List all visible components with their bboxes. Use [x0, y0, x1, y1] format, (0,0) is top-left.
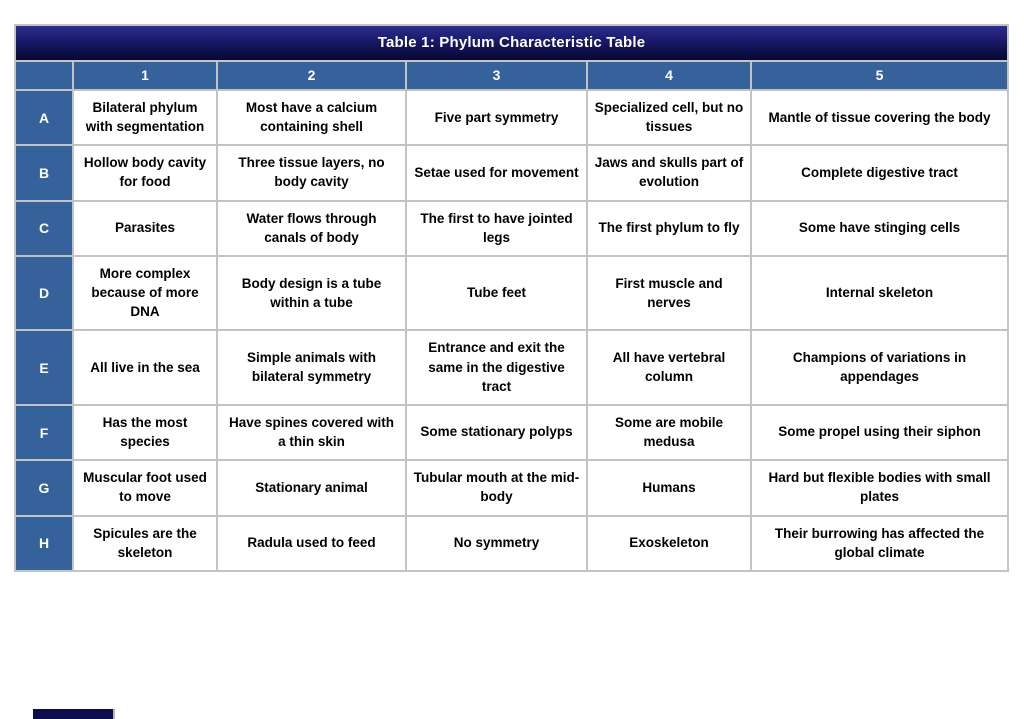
row-header-a: A — [16, 91, 72, 145]
cell-b4: Jaws and skulls part of evolution — [588, 146, 750, 200]
phylum-characteristic-table: Table 1: Phylum Characteristic Table 1 2… — [14, 24, 1010, 572]
cell-c5: Some have stinging cells — [752, 201, 1008, 255]
cell-g5: Hard but flexible bodies with small plat… — [752, 461, 1008, 515]
table-title-row: Table 1: Phylum Characteristic Table — [16, 26, 1008, 60]
cell-b5: Complete digestive tract — [752, 146, 1008, 200]
cell-e1: All live in the sea — [74, 331, 216, 404]
column-header-5: 5 — [752, 62, 1008, 89]
table-row: B Hollow body cavity for food Three tiss… — [16, 146, 1008, 200]
cell-c4: The first phylum to fly — [588, 201, 750, 255]
cell-f5: Some propel using their siphon — [752, 405, 1008, 460]
cell-a1: Bilateral phylum with segmentation — [74, 91, 216, 145]
table-row: A Bilateral phylum with segmentation Mos… — [16, 91, 1008, 145]
table-row: D More complex because of more DNA Body … — [16, 256, 1008, 330]
table-title: Table 1: Phylum Characteristic Table — [16, 26, 1008, 60]
cell-e4: All have vertebral column — [588, 331, 750, 404]
row-header-e: E — [16, 331, 72, 404]
cell-f1: Has the most species — [74, 405, 216, 460]
cell-g1: Muscular foot used to move — [74, 461, 216, 515]
cell-e2: Simple animals with bilateral symmetry — [218, 331, 405, 404]
phylum-characteristic-table-container: Table 1: Phylum Characteristic Table 1 2… — [14, 24, 1010, 572]
cell-h2: Radula used to feed — [218, 516, 405, 570]
bottom-navy-marker — [33, 709, 115, 719]
cell-c1: Parasites — [74, 201, 216, 255]
cell-e5: Champions of variations in appendages — [752, 331, 1008, 404]
cell-a4: Specialized cell, but no tissues — [588, 91, 750, 145]
row-header-h: H — [16, 516, 72, 570]
column-header-2: 2 — [218, 62, 405, 89]
cell-g2: Stationary animal — [218, 461, 405, 515]
cell-a3: Five part symmetry — [407, 91, 586, 145]
cell-d2: Body design is a tube within a tube — [218, 256, 405, 330]
cell-a2: Most have a calcium containing shell — [218, 91, 405, 145]
page-root: Table 1: Phylum Characteristic Table 1 2… — [0, 0, 1024, 719]
cell-d3: Tube feet — [407, 256, 586, 330]
column-header-4: 4 — [588, 62, 750, 89]
cell-b1: Hollow body cavity for food — [74, 146, 216, 200]
row-header-g: G — [16, 461, 72, 515]
row-header-c: C — [16, 201, 72, 255]
row-header-f: F — [16, 405, 72, 460]
table-header-row: 1 2 3 4 5 — [16, 62, 1008, 89]
cell-f4: Some are mobile medusa — [588, 405, 750, 460]
column-header-1: 1 — [74, 62, 216, 89]
cell-e3: Entrance and exit the same in the digest… — [407, 331, 586, 404]
cell-b2: Three tissue layers, no body cavity — [218, 146, 405, 200]
cell-d5: Internal skeleton — [752, 256, 1008, 330]
cell-h1: Spicules are the skeleton — [74, 516, 216, 570]
row-header-d: D — [16, 256, 72, 330]
cell-a5: Mantle of tissue covering the body — [752, 91, 1008, 145]
cell-c2: Water flows through canals of body — [218, 201, 405, 255]
cell-g4: Humans — [588, 461, 750, 515]
cell-f2: Have spines covered with a thin skin — [218, 405, 405, 460]
cell-g3: Tubular mouth at the mid-body — [407, 461, 586, 515]
cell-d1: More complex because of more DNA — [74, 256, 216, 330]
cell-f3: Some stationary polyps — [407, 405, 586, 460]
cell-d4: First muscle and nerves — [588, 256, 750, 330]
cell-b3: Setae used for movement — [407, 146, 586, 200]
table-row: H Spicules are the skeleton Radula used … — [16, 516, 1008, 570]
table-row: C Parasites Water flows through canals o… — [16, 201, 1008, 255]
row-header-b: B — [16, 146, 72, 200]
table-row: G Muscular foot used to move Stationary … — [16, 461, 1008, 515]
cell-c3: The first to have jointed legs — [407, 201, 586, 255]
table-row: E All live in the sea Simple animals wit… — [16, 331, 1008, 404]
cell-h4: Exoskeleton — [588, 516, 750, 570]
table-row: F Has the most species Have spines cover… — [16, 405, 1008, 460]
cell-h3: No symmetry — [407, 516, 586, 570]
cell-h5: Their burrowing has affected the global … — [752, 516, 1008, 570]
column-header-3: 3 — [407, 62, 586, 89]
table-corner-cell — [16, 62, 72, 89]
